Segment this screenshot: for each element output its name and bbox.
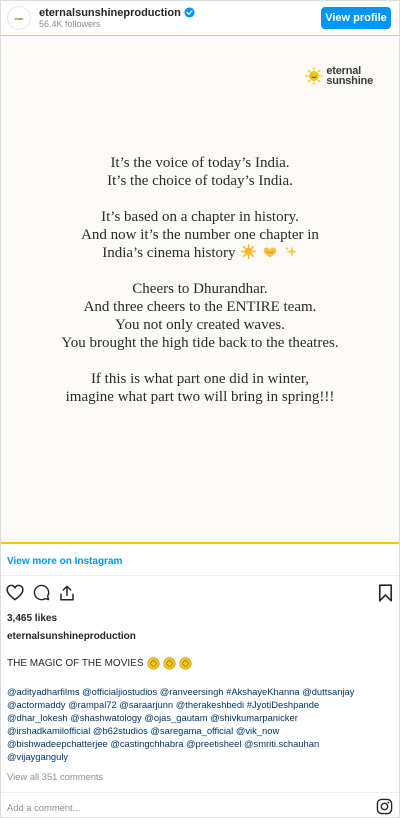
sun-icon	[241, 244, 257, 259]
heart-hands-icon	[263, 247, 277, 258]
mention-line[interactable]: @bishwadeepchatterjee @castingchhabra @p…	[7, 737, 397, 750]
divider	[1, 792, 399, 793]
poem-line-with-emoji: India’s cinema history	[1, 244, 399, 262]
post-image[interactable]: eternal sunshine It’s the voice of today…	[1, 35, 399, 544]
instagram-embed: esun eternalsunshineproduction 56.4K fol…	[0, 0, 400, 818]
comment-icon[interactable]	[33, 584, 50, 601]
mention-line[interactable]: @dhar_lokesh @shashwatology @ojas_gautam…	[7, 711, 397, 724]
share-icon[interactable]	[58, 584, 76, 602]
action-bar	[6, 584, 393, 606]
stanza: Cheers to Dhurandhar. And three cheers t…	[1, 280, 399, 352]
mention-line[interactable]: @vijayganguly	[7, 750, 397, 763]
poem-line: It’s the voice of today’s India.	[110, 155, 290, 171]
mention-line[interactable]: @adityadharfilms @officialjiostudios @ra…	[7, 685, 397, 698]
mentions-list: @adityadharfilms @officialjiostudios @ra…	[7, 685, 397, 763]
verified-badge-icon	[184, 7, 195, 18]
stanza: If this is what part one did in winter, …	[1, 370, 399, 406]
sun-icon	[146, 657, 160, 670]
sun-icon	[162, 657, 176, 670]
poem-line: It’s based on a chapter in history.	[101, 209, 299, 225]
view-more-link[interactable]: View more on Instagram	[7, 556, 122, 567]
post-text: It’s the voice of today’s India. It’s th…	[1, 154, 399, 424]
account-info: eternalsunshineproduction 56.4K follower…	[39, 7, 321, 30]
divider	[1, 575, 399, 576]
poem-line: You not only created waves.	[115, 317, 285, 333]
mention-line[interactable]: @actormaddy @rampal72 @saraarjunn @thera…	[7, 698, 397, 711]
caption-text: THE MAGIC OF THE MOVIES	[7, 658, 144, 669]
like-count[interactable]: 3,465 likes	[7, 613, 57, 624]
poem-line: India’s cinema history	[102, 245, 236, 261]
poem-line: If this is what part one did in winter,	[90, 371, 310, 387]
post-header: esun eternalsunshineproduction 56.4K fol…	[1, 1, 399, 35]
heart-icon[interactable]	[6, 584, 24, 601]
brand-name: eternal sunshine	[326, 65, 373, 87]
header-username[interactable]: eternalsunshineproduction	[39, 7, 181, 20]
caption: THE MAGIC OF THE MOVIES	[7, 657, 192, 670]
poem-line: imagine what part two will bring in spri…	[65, 389, 335, 405]
poem-line: And now it’s the number one chapter in	[81, 227, 319, 243]
instagram-logo-icon[interactable]	[376, 798, 393, 815]
stanza: It’s based on a chapter in history. And …	[1, 208, 399, 262]
bookmark-icon[interactable]	[378, 584, 393, 602]
mention-line[interactable]: @irshadkamilofficial @b62studios @sarega…	[7, 724, 397, 737]
view-profile-button[interactable]: View profile	[321, 7, 391, 29]
poem-line: You brought the high tide back to the th…	[61, 335, 339, 351]
poem-line: It’s the choice of today’s India.	[107, 173, 293, 189]
sparkles-icon	[284, 245, 297, 258]
caption-username[interactable]: eternalsunshineproduction	[7, 631, 136, 642]
sun-icon	[178, 657, 192, 670]
follower-count: 56.4K followers	[39, 19, 101, 30]
add-comment-input[interactable]: Add a comment...	[7, 802, 80, 813]
poem-line: And three cheers to the ENTIRE team.	[83, 299, 317, 315]
view-all-comments-link[interactable]: View all 351 comments	[7, 771, 103, 782]
brand-logo: eternal sunshine	[305, 65, 373, 87]
poem-line: Cheers to Dhurandhar.	[132, 281, 268, 297]
avatar-text: esun	[14, 15, 24, 21]
avatar[interactable]: esun	[7, 6, 31, 30]
stanza: It’s the voice of today’s India. It’s th…	[1, 154, 399, 190]
sun-logo-icon	[305, 67, 324, 85]
